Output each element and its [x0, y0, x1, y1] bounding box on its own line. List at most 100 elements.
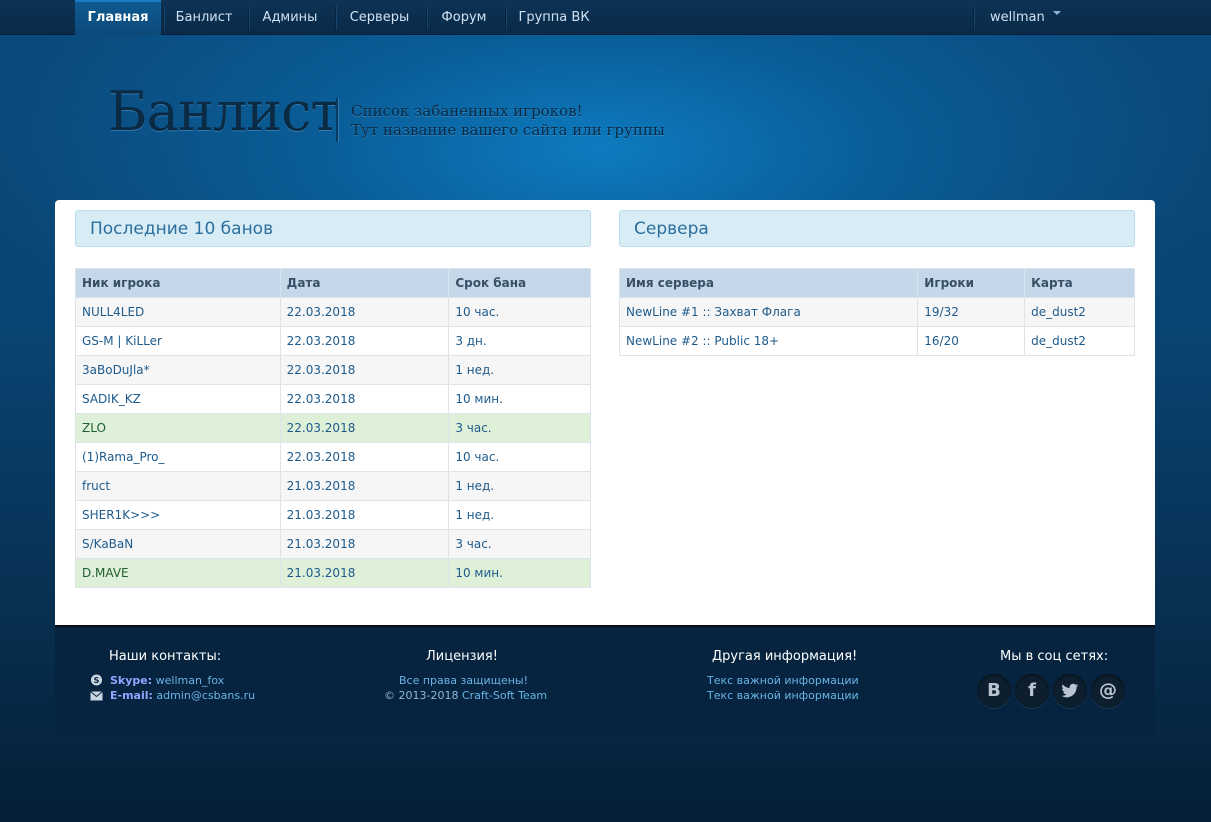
player-nick[interactable]: NULL4LED	[75, 297, 281, 327]
table-row[interactable]: NewLine #2 :: Public 18+ 16/20 de_dust2	[618, 326, 1135, 356]
table-row[interactable]: NewLine #1 :: Захват Флага 19/32 de_dust2	[618, 297, 1135, 327]
table-row[interactable]: ZLO 22.03.2018 3 час.	[75, 413, 591, 443]
site-logo[interactable]: Банлист	[108, 80, 340, 143]
other-info-line-2[interactable]: Текс важной информации	[707, 689, 859, 702]
caret-down-icon	[1052, 11, 1061, 15]
ban-date: 22.03.2018	[279, 442, 450, 472]
nav-divider	[505, 6, 506, 30]
twitter-bird-glyph	[1061, 683, 1079, 698]
skype-line: Skype: wellman_fox	[110, 674, 224, 687]
nav-banlist[interactable]: Банлист	[165, 0, 243, 35]
ban-date: 22.03.2018	[279, 413, 450, 443]
ban-length: 1 нед.	[448, 355, 591, 385]
player-nick[interactable]: SADIK_KZ	[75, 384, 281, 414]
license-line-2: © 2013-2018 Craft-Soft Team	[384, 689, 547, 702]
table-row[interactable]: GS-M | KiLLer 22.03.2018 3 дн.	[75, 326, 591, 356]
ban-length: 3 час.	[448, 529, 591, 559]
player-nick[interactable]: fruct	[75, 471, 281, 501]
server-map: de_dust2	[1024, 326, 1135, 356]
column-header[interactable]: Имя сервера	[618, 268, 919, 298]
user-menu[interactable]: wellman	[990, 0, 1061, 35]
main-panel: Последние 10 банов Ник игрока Дата Срок …	[55, 200, 1155, 625]
nav-divider	[248, 6, 249, 30]
column-header[interactable]: Срок бана	[448, 268, 591, 298]
social-title: Мы в соц сетях:	[1000, 649, 1109, 664]
ban-length: 10 час.	[448, 297, 591, 327]
craft-soft-link[interactable]: Craft-Soft Team	[462, 689, 547, 702]
nav-servers[interactable]: Серверы	[337, 0, 422, 35]
ban-date: 21.03.2018	[279, 558, 450, 588]
player-nick[interactable]: D.MAVE	[75, 558, 281, 588]
twitter-icon[interactable]	[1053, 674, 1087, 708]
ban-length: 10 час.	[448, 442, 591, 472]
servers-table-header: Имя сервера Игроки Карта	[618, 268, 1135, 298]
email-label: E-mail:	[110, 689, 153, 702]
servers-panel-title: Сервера	[619, 210, 1135, 247]
table-row[interactable]: S/KaBaN 21.03.2018 3 час.	[75, 529, 591, 559]
license-title: Лицензия!	[426, 649, 498, 664]
player-nick[interactable]: (1)Rama_Pro_	[75, 442, 281, 472]
player-nick[interactable]: 3aBoDuJla*	[75, 355, 281, 385]
column-header[interactable]: Карта	[1024, 268, 1135, 298]
nav-forum[interactable]: Форум	[428, 0, 500, 35]
column-header[interactable]: Дата	[279, 268, 450, 298]
mail-icon	[90, 691, 103, 701]
ban-length: 1 нед.	[448, 471, 591, 501]
player-nick[interactable]: SHER1K>>>	[75, 500, 281, 530]
server-players: 16/20	[917, 326, 1026, 356]
email-line: E-mail: admin@csbans.ru	[110, 689, 255, 702]
svg-text:S: S	[94, 675, 100, 685]
bans-table-header: Ник игрока Дата Срок бана	[75, 268, 591, 298]
nav-divider	[973, 6, 974, 30]
email-icon[interactable]: @	[1091, 674, 1125, 708]
table-row[interactable]: (1)Rama_Pro_ 22.03.2018 10 час.	[75, 442, 591, 472]
skype-icon: S	[90, 674, 103, 686]
skype-value[interactable]: wellman_fox	[156, 674, 225, 687]
table-row[interactable]: SHER1K>>> 21.03.2018 1 нед.	[75, 500, 591, 530]
tagline-line-1: Список забаненных игроков!	[351, 102, 583, 120]
table-row[interactable]: NULL4LED 22.03.2018 10 час.	[75, 297, 591, 327]
player-nick[interactable]: S/KaBaN	[75, 529, 281, 559]
logo-divider	[336, 98, 338, 142]
table-row[interactable]: 3aBoDuJla* 22.03.2018 1 нед.	[75, 355, 591, 385]
license-line-1: Все права защищены!	[399, 674, 529, 687]
ban-date: 22.03.2018	[279, 384, 450, 414]
site-tagline: Список забаненных игроков! Тут название …	[351, 102, 665, 140]
nav-admins[interactable]: Админы	[250, 0, 330, 35]
skype-label: Skype:	[110, 674, 153, 687]
server-name[interactable]: NewLine #2 :: Public 18+	[618, 326, 919, 356]
copyright-text: © 2013-2018	[384, 689, 459, 702]
table-row[interactable]: D.MAVE 21.03.2018 10 мин.	[75, 558, 591, 588]
player-nick[interactable]: GS-M | KiLLer	[75, 326, 281, 356]
nav-divider	[426, 6, 427, 30]
ban-length: 1 нед.	[448, 500, 591, 530]
column-header[interactable]: Ник игрока	[75, 268, 281, 298]
ban-length: 3 час.	[448, 413, 591, 443]
ban-length: 10 мин.	[448, 384, 591, 414]
nav-divider	[163, 6, 164, 30]
tagline-line-2: Тут название вашего сайта или группы	[351, 121, 665, 139]
server-name[interactable]: NewLine #1 :: Захват Флага	[618, 297, 919, 327]
nav-home[interactable]: Главная	[75, 0, 161, 35]
ban-length: 3 дн.	[448, 326, 591, 356]
other-info-line-1[interactable]: Текс важной информации	[707, 674, 859, 687]
column-header[interactable]: Игроки	[917, 268, 1026, 298]
facebook-icon[interactable]: f	[1015, 674, 1049, 708]
server-players: 19/32	[917, 297, 1026, 327]
table-row[interactable]: fruct 21.03.2018 1 нед.	[75, 471, 591, 501]
ban-length: 10 мин.	[448, 558, 591, 588]
ban-date: 22.03.2018	[279, 297, 450, 327]
player-nick[interactable]: ZLO	[75, 413, 281, 443]
ban-date: 21.03.2018	[279, 471, 450, 501]
vk-icon[interactable]: B	[977, 674, 1011, 708]
table-row[interactable]: SADIK_KZ 22.03.2018 10 мин.	[75, 384, 591, 414]
nav-vk-group[interactable]: Группа ВК	[507, 0, 601, 35]
ban-date: 21.03.2018	[279, 529, 450, 559]
ban-date: 22.03.2018	[279, 355, 450, 385]
bans-panel-title: Последние 10 банов	[75, 210, 591, 247]
email-value[interactable]: admin@csbans.ru	[156, 689, 255, 702]
server-map: de_dust2	[1024, 297, 1135, 327]
top-navbar: Главная Банлист Админы Серверы Форум Гру…	[0, 0, 1211, 35]
other-info-title: Другая информация!	[712, 649, 858, 664]
nav-divider	[335, 6, 336, 30]
